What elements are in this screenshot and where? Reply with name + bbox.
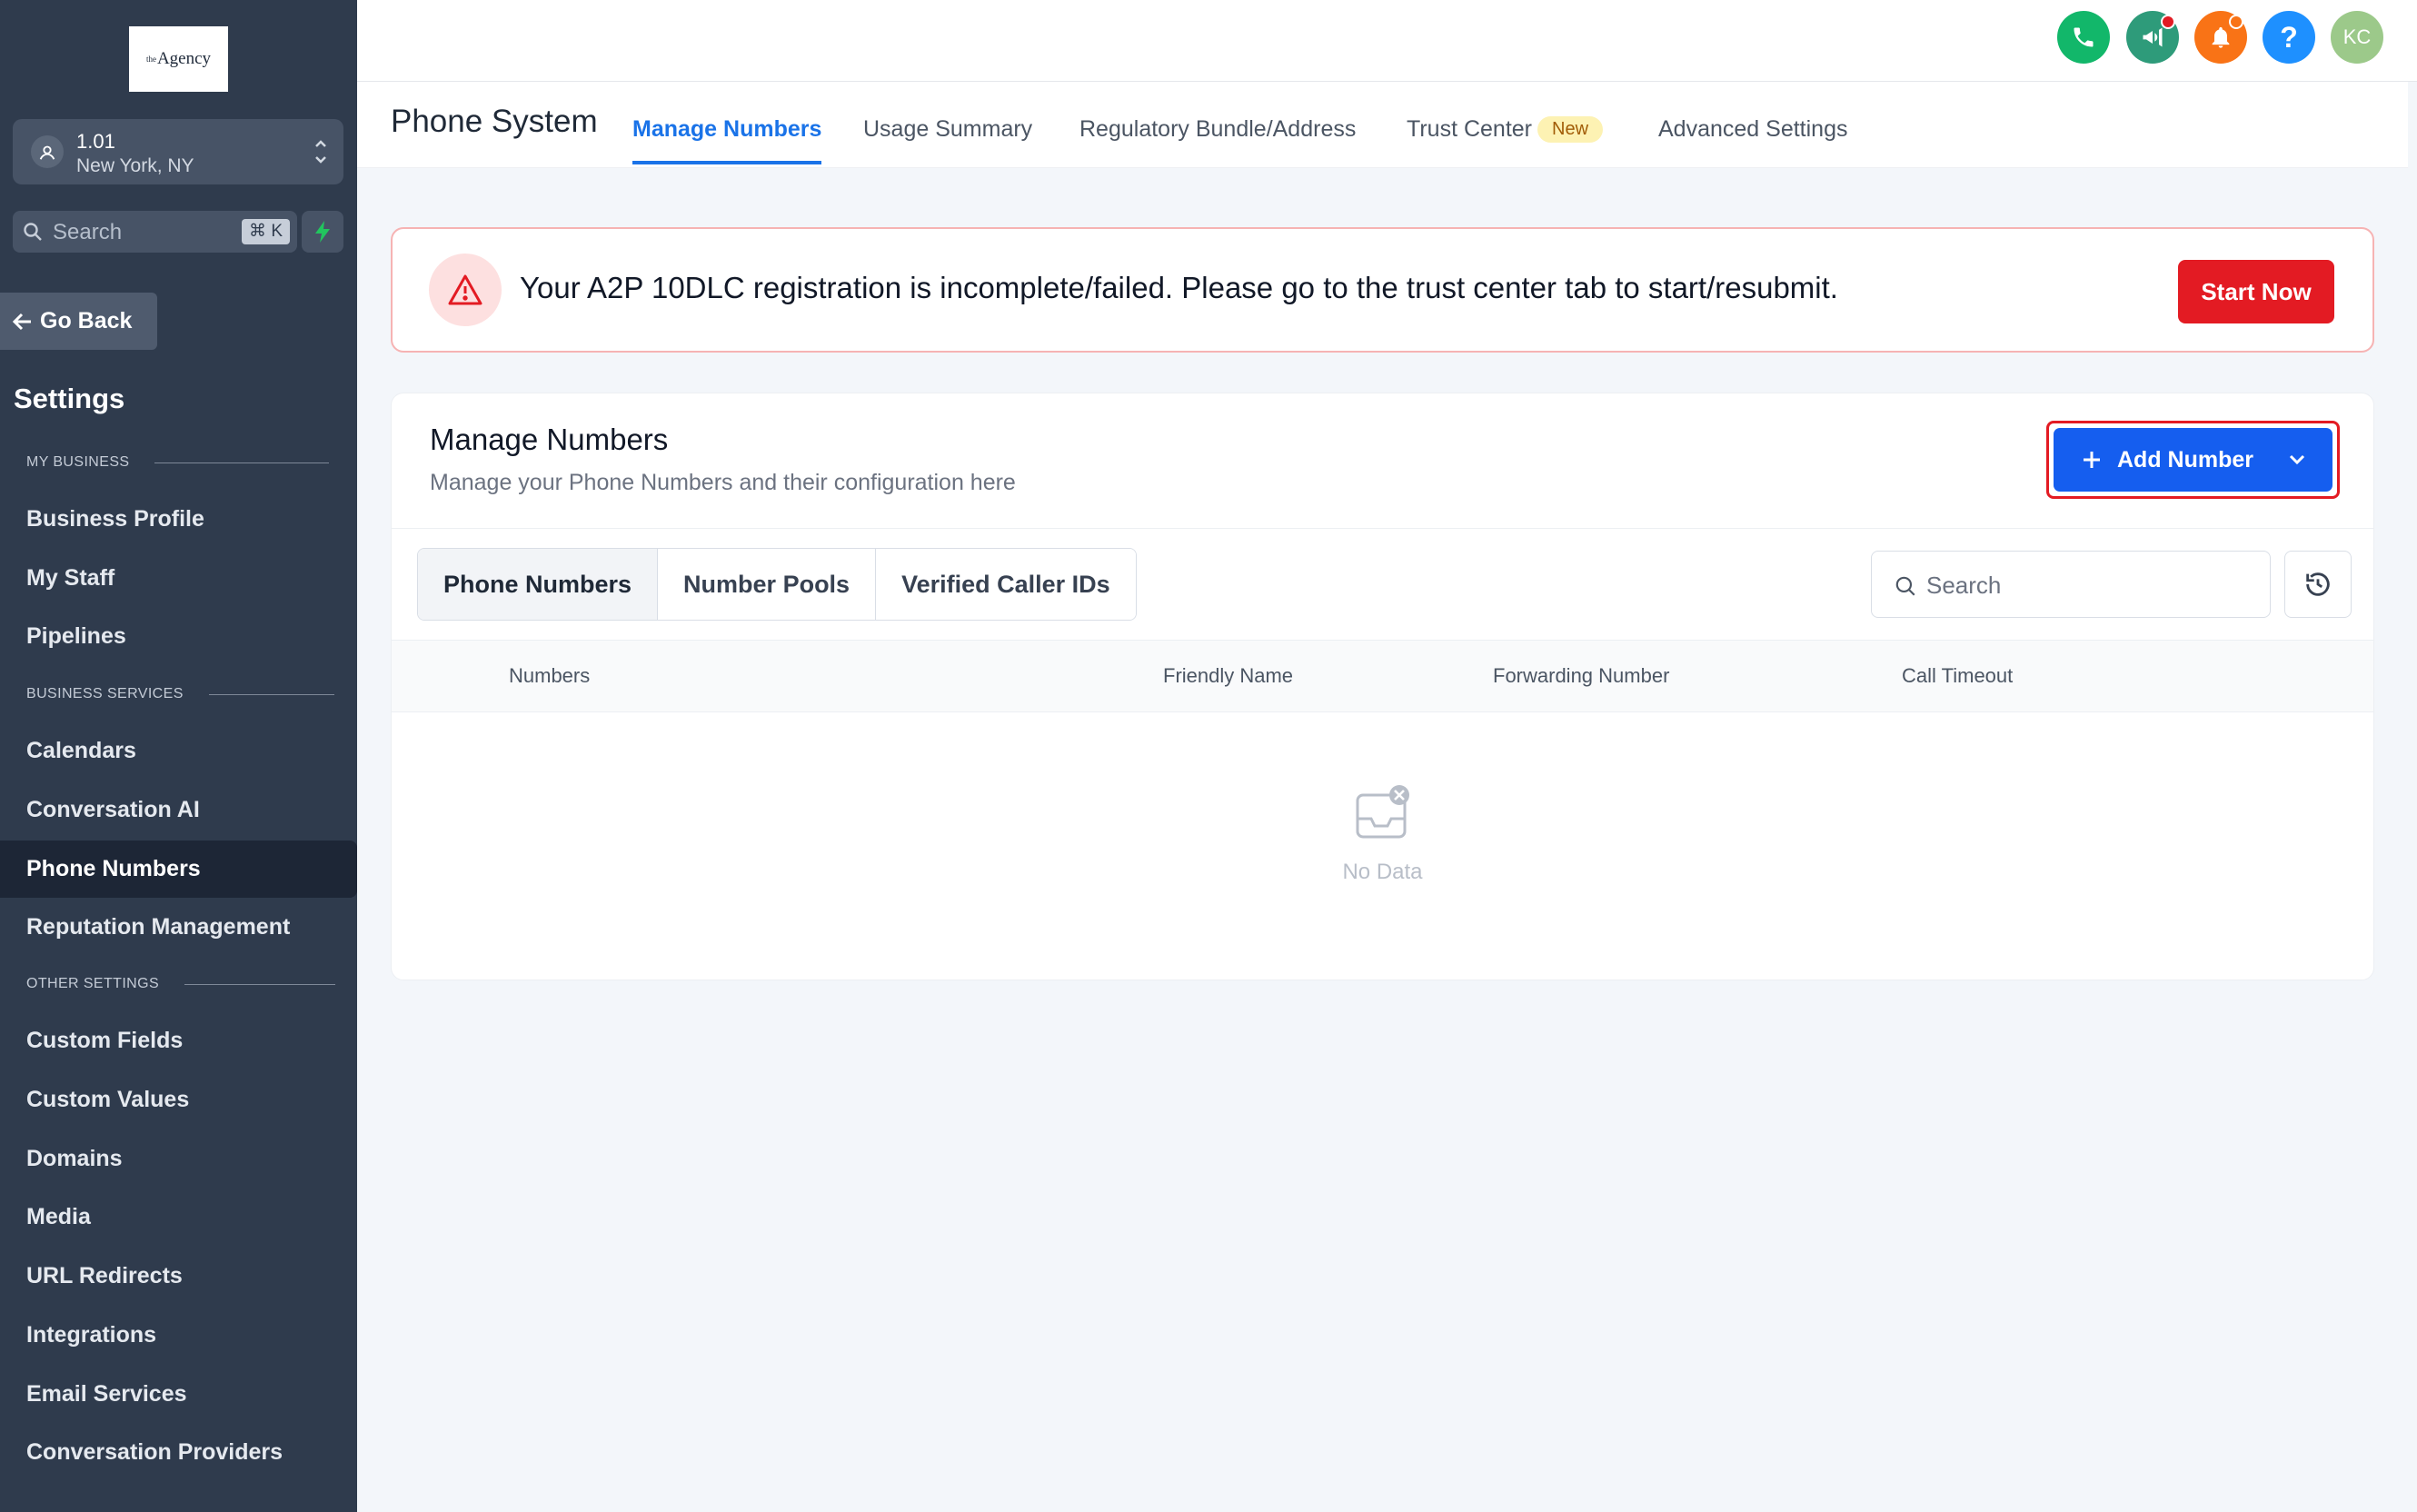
page-title: Phone System <box>391 104 598 139</box>
sidebar-item-media[interactable]: Media <box>0 1189 357 1246</box>
app-root: the Agency 1.01 New York, NY Search ⌘ K G… <box>0 0 2417 1512</box>
chevron-up-down-icon <box>315 140 326 164</box>
sidebar: the Agency 1.01 New York, NY Search ⌘ K G… <box>0 0 357 1512</box>
section-my-business: MY BUSINESS <box>26 454 330 471</box>
phone-button[interactable] <box>2057 11 2110 64</box>
sidebar-search-placeholder: Search <box>53 220 123 244</box>
column-friendly-name: Friendly Name <box>1163 664 1294 687</box>
avatar[interactable]: KC <box>2331 11 2383 64</box>
search-icon <box>1895 576 1915 596</box>
sidebar-item-calendars[interactable]: Calendars <box>0 722 357 780</box>
start-now-button[interactable]: Start Now <box>2178 260 2334 323</box>
notifications-button[interactable] <box>2194 11 2247 64</box>
tab-regulatory-bundle[interactable]: Regulatory Bundle/Address <box>1079 116 1356 161</box>
warning-icon <box>429 254 502 326</box>
search-shortcut: ⌘ K <box>242 219 290 244</box>
bell-icon <box>2212 26 2230 48</box>
sidebar-item-domains[interactable]: Domains <box>0 1130 357 1188</box>
new-badge: New <box>1537 116 1604 143</box>
help-icon: ? <box>2280 20 2298 54</box>
sidebar-item-pipelines[interactable]: Pipelines <box>0 608 357 665</box>
section-label: MY BUSINESS <box>26 454 130 470</box>
tab-advanced-settings[interactable]: Advanced Settings <box>1658 116 1847 161</box>
add-number-highlight: Add Number <box>2046 421 2340 499</box>
go-back-label: Go Back <box>40 308 133 333</box>
table-header: Numbers Friendly Name Forwarding Number … <box>392 640 2373 712</box>
go-back-button[interactable]: Go Back <box>0 293 157 350</box>
table-search-input[interactable]: Search <box>1871 551 2271 618</box>
notification-dot <box>2161 15 2175 29</box>
tab-number-pools[interactable]: Number Pools <box>658 549 877 620</box>
search-icon <box>24 223 42 241</box>
phone-icon <box>2074 27 2094 47</box>
alert-message: Your A2P 10DLC registration is incomplet… <box>520 271 1838 304</box>
a2p-alert-banner: Your A2P 10DLC registration is incomplet… <box>391 227 2374 353</box>
sidebar-item-conversation-ai[interactable]: Conversation AI <box>0 781 357 839</box>
section-label: BUSINESS SERVICES <box>26 686 184 701</box>
column-call-timeout: Call Timeout <box>1902 664 2014 687</box>
arrow-left-icon <box>13 313 31 330</box>
manage-numbers-card: Manage Numbers Manage your Phone Numbers… <box>391 393 2374 980</box>
quick-actions-button[interactable] <box>302 211 343 253</box>
sidebar-item-phone-numbers[interactable]: Phone Numbers <box>0 841 357 898</box>
sidebar-item-email-services[interactable]: Email Services <box>0 1366 357 1423</box>
settings-title: Settings <box>14 383 125 414</box>
megaphone-icon <box>2143 27 2163 47</box>
tab-trust-center-label: Trust Center <box>1407 116 1533 142</box>
number-type-tabs: Phone Numbers Number Pools Verified Call… <box>417 548 1137 621</box>
announcements-button[interactable] <box>2126 11 2179 64</box>
empty-state-text: No Data <box>1342 860 1423 884</box>
logo-text: Agency <box>156 49 212 68</box>
card-title: Manage Numbers <box>430 423 669 456</box>
lightning-icon <box>315 221 330 243</box>
plus-icon <box>2084 452 2100 468</box>
bell-dot <box>2229 15 2243 29</box>
sidebar-search[interactable]: Search ⌘ K <box>13 211 297 253</box>
section-other-settings: OTHER SETTINGS <box>26 976 336 992</box>
tab-trust-center[interactable]: Trust Center New <box>1407 116 1604 161</box>
location-name: 1.01 <box>76 130 115 153</box>
sidebar-item-integrations[interactable]: Integrations <box>0 1307 357 1364</box>
sidebar-item-custom-fields[interactable]: Custom Fields <box>0 1012 357 1069</box>
location-city: New York, NY <box>76 155 194 176</box>
tab-manage-numbers[interactable]: Manage Numbers <box>632 116 822 164</box>
section-business-services: BUSINESS SERVICES <box>26 686 334 702</box>
tab-verified-caller-ids[interactable]: Verified Caller IDs <box>876 549 1136 620</box>
phone-system-nav: Phone System Manage Numbers Usage Summar… <box>357 82 2408 168</box>
location-switcher[interactable]: 1.01 New York, NY <box>13 119 343 184</box>
agency-logo[interactable]: the Agency <box>129 26 228 92</box>
empty-state: No Data <box>392 784 2373 885</box>
add-number-label: Add Number <box>2117 446 2253 472</box>
sidebar-item-conversation-providers[interactable]: Conversation Providers <box>0 1424 357 1481</box>
sidebar-item-custom-values[interactable]: Custom Values <box>0 1071 357 1129</box>
section-label: OTHER SETTINGS <box>26 976 160 991</box>
card-divider <box>392 528 2373 529</box>
sidebar-item-reputation-management[interactable]: Reputation Management <box>0 899 357 956</box>
column-numbers: Numbers <box>509 664 591 687</box>
table-search-placeholder: Search <box>1926 572 2002 599</box>
refresh-button[interactable] <box>2284 551 2352 618</box>
add-number-button[interactable]: Add Number <box>2054 428 2332 492</box>
sidebar-item-url-redirects[interactable]: URL Redirects <box>0 1248 357 1305</box>
column-forwarding-number: Forwarding Number <box>1493 664 1670 687</box>
sidebar-item-my-staff[interactable]: My Staff <box>0 550 357 607</box>
help-button[interactable]: ? <box>2263 11 2315 64</box>
tab-phone-numbers[interactable]: Phone Numbers <box>418 549 659 620</box>
card-subtitle: Manage your Phone Numbers and their conf… <box>430 470 1016 495</box>
logo-sup: the <box>145 55 156 64</box>
tab-usage-summary[interactable]: Usage Summary <box>863 116 1032 161</box>
refresh-icon <box>2306 572 2330 596</box>
top-header: ? KC <box>357 0 2417 82</box>
sidebar-item-business-profile[interactable]: Business Profile <box>0 491 357 548</box>
empty-inbox-icon <box>1356 785 1409 839</box>
chevron-down-icon <box>2289 454 2305 465</box>
avatar-initials: KC <box>2342 25 2372 48</box>
location-icon <box>31 135 64 168</box>
